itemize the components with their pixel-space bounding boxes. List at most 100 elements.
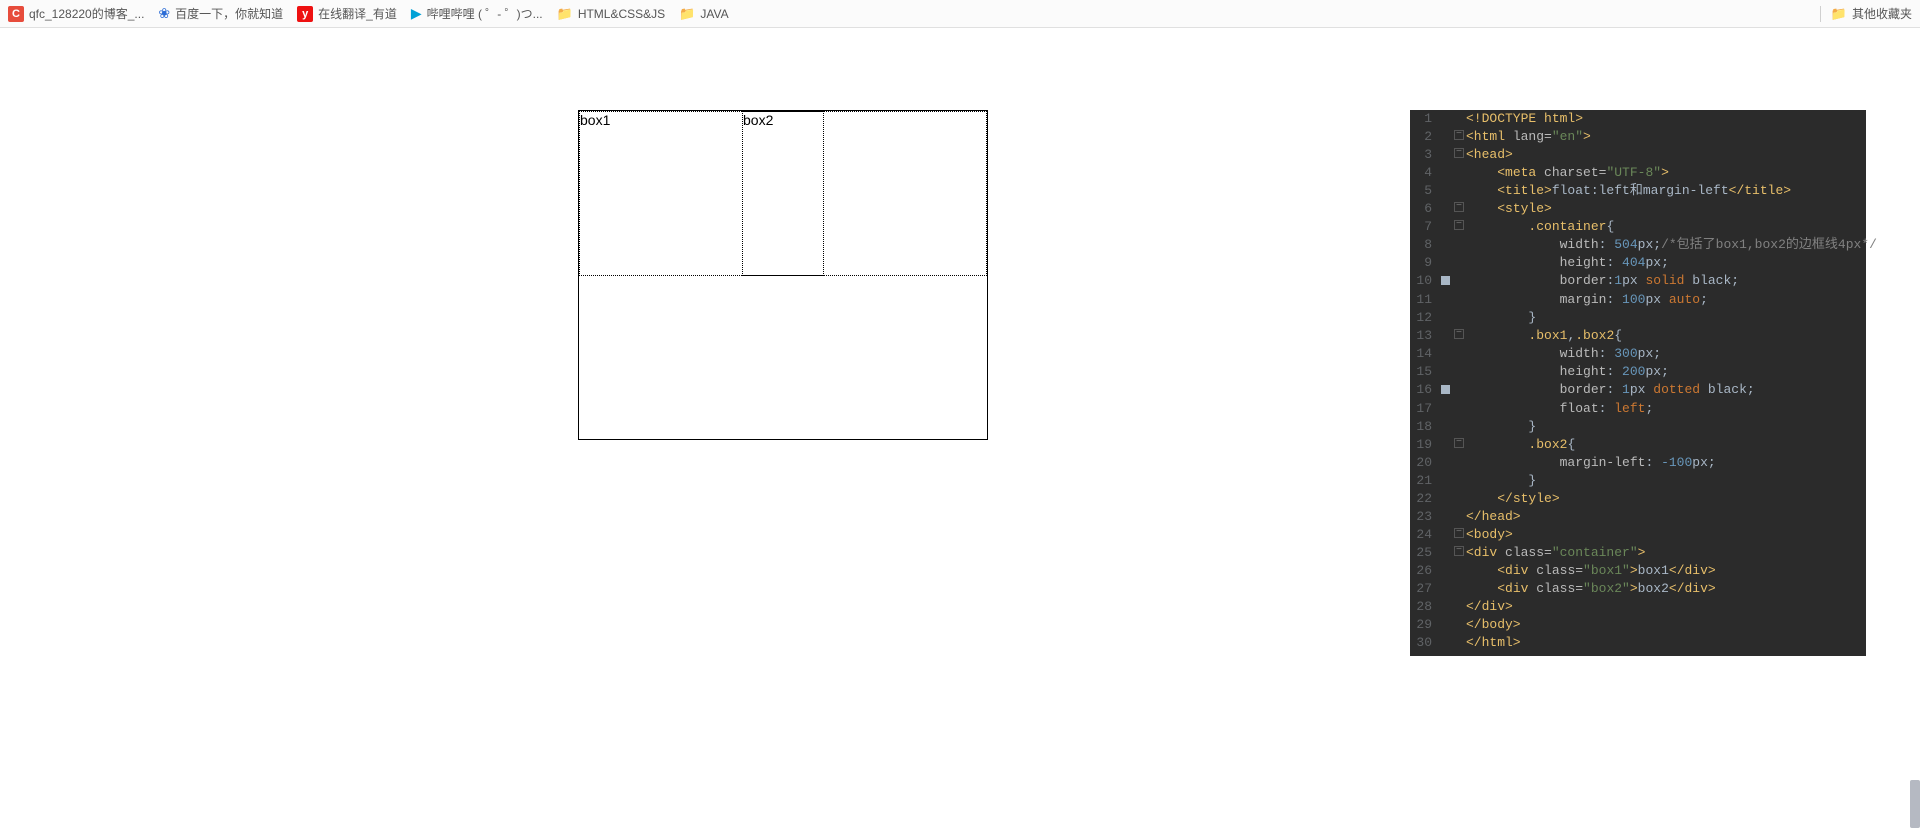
line-number[interactable]: 4 <box>1410 164 1438 182</box>
code-line[interactable]: 25 <div class="container"> <box>1410 544 1866 562</box>
fold-toggle[interactable] <box>1452 200 1466 218</box>
code-line[interactable]: 9 height: 404px; <box>1410 254 1866 272</box>
code-line[interactable]: 4 <meta charset="UTF-8"> <box>1410 164 1866 182</box>
line-number[interactable]: 17 <box>1410 400 1438 418</box>
line-number[interactable]: 8 <box>1410 236 1438 254</box>
code-text[interactable]: </body> <box>1466 616 1866 634</box>
code-text[interactable]: .box1,.box2{ <box>1466 327 1866 345</box>
code-text[interactable]: <!DOCTYPE html> <box>1466 110 1866 128</box>
fold-toggle[interactable] <box>1452 526 1466 544</box>
code-line[interactable]: 28 </div> <box>1410 598 1866 616</box>
line-number[interactable]: 6 <box>1410 200 1438 218</box>
line-number[interactable]: 28 <box>1410 598 1438 616</box>
code-text[interactable]: margin-left: -100px; <box>1466 454 1866 472</box>
code-text[interactable]: <meta charset="UTF-8"> <box>1466 164 1866 182</box>
code-text[interactable]: <style> <box>1466 200 1866 218</box>
code-text[interactable]: </html> <box>1466 634 1866 652</box>
code-text[interactable]: <body> <box>1466 526 1866 544</box>
code-line[interactable]: 7 .container{ <box>1410 218 1866 236</box>
code-text[interactable]: </div> <box>1466 598 1866 616</box>
fold-toggle[interactable] <box>1452 146 1466 164</box>
line-number[interactable]: 20 <box>1410 454 1438 472</box>
line-number[interactable]: 19 <box>1410 436 1438 454</box>
code-text[interactable]: } <box>1466 418 1866 436</box>
code-text[interactable]: height: 404px; <box>1466 254 1866 272</box>
line-number[interactable]: 23 <box>1410 508 1438 526</box>
bookmark-item-blog[interactable]: C qfc_128220的博客_... <box>8 5 144 22</box>
code-text[interactable]: margin: 100px auto; <box>1466 291 1866 309</box>
code-line[interactable]: 21 } <box>1410 472 1866 490</box>
code-line[interactable]: 8 width: 504px;/*包括了box1,box2的边框线4px*/ <box>1410 236 1866 254</box>
code-line[interactable]: 24 <body> <box>1410 526 1866 544</box>
line-number[interactable]: 5 <box>1410 182 1438 200</box>
bookmark-item-youdao[interactable]: y 在线翻译_有道 <box>297 5 397 22</box>
code-text[interactable]: </head> <box>1466 508 1866 526</box>
line-number[interactable]: 24 <box>1410 526 1438 544</box>
line-number[interactable]: 15 <box>1410 363 1438 381</box>
code-line[interactable]: 27 <div class="box2">box2</div> <box>1410 580 1866 598</box>
code-line[interactable]: 11 margin: 100px auto; <box>1410 291 1866 309</box>
fold-toggle[interactable] <box>1452 327 1466 345</box>
code-line[interactable]: 26 <div class="box1">box1</div> <box>1410 562 1866 580</box>
code-text[interactable]: .container{ <box>1466 218 1866 236</box>
scrollbar[interactable] <box>1910 780 1920 828</box>
fold-toggle[interactable] <box>1452 218 1466 236</box>
code-text[interactable]: <head> <box>1466 146 1866 164</box>
code-line[interactable]: 5 <title>float:left和margin-left</title> <box>1410 182 1866 200</box>
bookmark-folder-other[interactable]: 📁 其他收藏夹 <box>1831 5 1912 22</box>
fold-toggle[interactable] <box>1452 128 1466 146</box>
line-number[interactable]: 25 <box>1410 544 1438 562</box>
bookmark-folder-java[interactable]: 📁 JAVA <box>679 6 728 22</box>
code-line[interactable]: 1<!DOCTYPE html> <box>1410 110 1866 128</box>
code-line[interactable]: 20 margin-left: -100px; <box>1410 454 1866 472</box>
code-line[interactable]: 18 } <box>1410 418 1866 436</box>
code-text[interactable]: <div class="container"> <box>1466 544 1866 562</box>
code-editor[interactable]: 1<!DOCTYPE html>2 <html lang="en"> 3 <head>… <box>1410 110 1866 656</box>
line-number[interactable]: 26 <box>1410 562 1438 580</box>
code-line[interactable]: 12 } <box>1410 309 1866 327</box>
code-text[interactable]: float: left; <box>1466 400 1866 418</box>
code-line[interactable]: 14 width: 300px; <box>1410 345 1866 363</box>
code-line[interactable]: 6 <style> <box>1410 200 1866 218</box>
bookmark-item-bilibili[interactable]: ▶ 哔哩哔哩 ( ゜- ゜)つ... <box>411 5 543 22</box>
code-line[interactable]: 30 </html> <box>1410 634 1866 652</box>
line-number[interactable]: 13 <box>1410 327 1438 345</box>
code-text[interactable]: } <box>1466 472 1866 490</box>
line-number[interactable]: 21 <box>1410 472 1438 490</box>
code-text[interactable]: .box2{ <box>1466 436 1866 454</box>
code-text[interactable]: width: 504px;/*包括了box1,box2的边框线4px*/ <box>1466 236 1877 254</box>
bookmark-item-baidu[interactable]: ❀ 百度一下，你就知道 <box>158 5 283 22</box>
code-text[interactable]: border:1px solid black; <box>1466 272 1866 291</box>
fold-toggle[interactable] <box>1452 436 1466 454</box>
code-line[interactable]: 2 <html lang="en"> <box>1410 128 1866 146</box>
line-number[interactable]: 30 <box>1410 634 1438 652</box>
line-number[interactable]: 10 <box>1410 272 1438 291</box>
code-line[interactable]: 3 <head> <box>1410 146 1866 164</box>
code-text[interactable]: <div class="box2">box2</div> <box>1466 580 1866 598</box>
line-number[interactable]: 2 <box>1410 128 1438 146</box>
code-text[interactable]: } <box>1466 309 1866 327</box>
code-line[interactable]: 23 </head> <box>1410 508 1866 526</box>
line-number[interactable]: 29 <box>1410 616 1438 634</box>
line-number[interactable]: 11 <box>1410 291 1438 309</box>
code-text[interactable]: <html lang="en"> <box>1466 128 1866 146</box>
line-number[interactable]: 18 <box>1410 418 1438 436</box>
line-number[interactable]: 16 <box>1410 381 1438 400</box>
code-text[interactable]: <div class="box1">box1</div> <box>1466 562 1866 580</box>
line-number[interactable]: 27 <box>1410 580 1438 598</box>
code-line[interactable]: 10 border:1px solid black; <box>1410 272 1866 291</box>
code-text[interactable]: <title>float:left和margin-left</title> <box>1466 182 1866 200</box>
code-line[interactable]: 16 border: 1px dotted black; <box>1410 381 1866 400</box>
code-line[interactable]: 29 </body> <box>1410 616 1866 634</box>
bookmark-folder-htmlcssjs[interactable]: 📁 HTML&CSS&JS <box>557 6 666 22</box>
code-line[interactable]: 19 .box2{ <box>1410 436 1866 454</box>
fold-toggle[interactable] <box>1452 544 1466 562</box>
line-number[interactable]: 22 <box>1410 490 1438 508</box>
code-line[interactable]: 22 </style> <box>1410 490 1866 508</box>
code-line[interactable]: 13 .box1,.box2{ <box>1410 327 1866 345</box>
line-number[interactable]: 14 <box>1410 345 1438 363</box>
code-line[interactable]: 15 height: 200px; <box>1410 363 1866 381</box>
line-number[interactable]: 3 <box>1410 146 1438 164</box>
code-line[interactable]: 17 float: left; <box>1410 400 1866 418</box>
code-text[interactable]: border: 1px dotted black; <box>1466 381 1866 400</box>
